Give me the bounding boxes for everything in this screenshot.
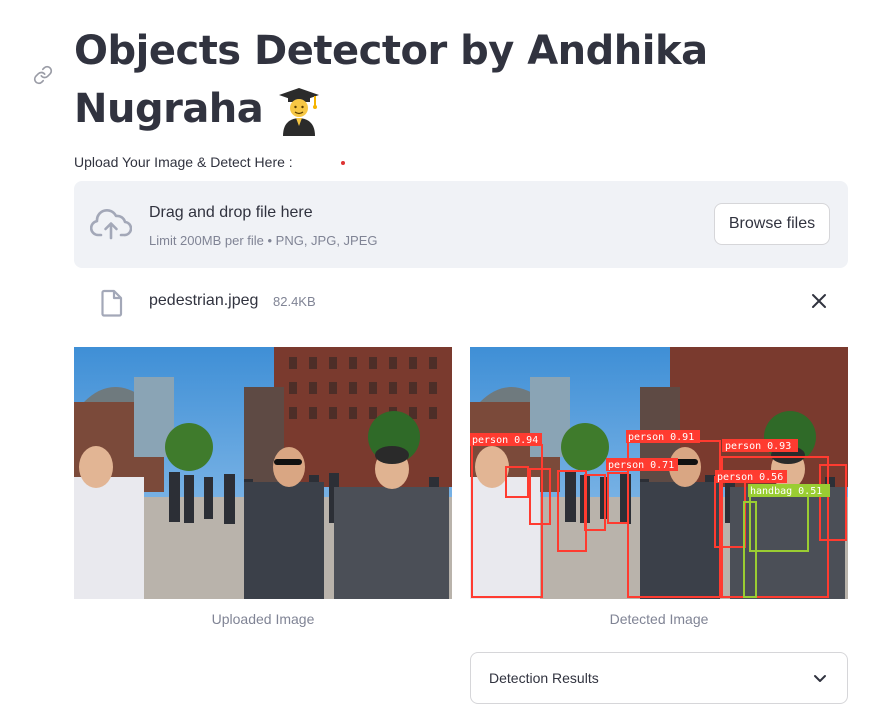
file-size: 82.4KB — [273, 294, 316, 309]
detected-image-caption: Detected Image — [609, 611, 709, 627]
expander-label: Detection Results — [489, 670, 599, 686]
dropzone-limits: Limit 200MB per file • PNG, JPG, JPEG — [149, 233, 378, 248]
svg-text:person 0.91: person 0.91 — [628, 432, 694, 443]
required-indicator — [341, 161, 345, 165]
detection-label-person: person 0.56 — [715, 470, 787, 483]
detection-label-handbag: handbag 0.51 — [748, 484, 830, 497]
page-title-text: Objects Detector by Andhika Nugraha — [74, 28, 708, 132]
browse-files-button[interactable]: Browse files — [714, 203, 830, 245]
detection-results-expander[interactable]: Detection Results — [470, 652, 848, 704]
remove-file-close-icon[interactable] — [810, 292, 828, 310]
student-emoji-icon — [279, 88, 320, 136]
svg-text:person 0.94: person 0.94 — [472, 435, 538, 446]
uploaded-image-caption: Uploaded Image — [211, 611, 315, 627]
file-dropzone[interactable]: Drag and drop file here Limit 200MB per … — [74, 181, 848, 268]
svg-text:person 0.71: person 0.71 — [608, 460, 674, 471]
file-icon — [101, 289, 123, 317]
detection-label-person: person 0.94 — [470, 433, 542, 446]
link-icon[interactable] — [33, 65, 53, 85]
chevron-down-icon — [814, 675, 826, 682]
svg-text:handbag 0.51: handbag 0.51 — [750, 486, 822, 497]
uploaded-image — [74, 347, 452, 599]
detection-label-person: person 0.71 — [606, 458, 678, 471]
detection-label-person: person 0.91 — [626, 430, 700, 443]
page-title: Objects Detector by Andhika Nugraha — [74, 22, 774, 138]
svg-text:person 0.93: person 0.93 — [725, 441, 791, 452]
upload-label: Upload Your Image & Detect Here : — [74, 154, 293, 170]
detected-image: person 0.94 person 0.91 person 0.93 pers… — [470, 347, 848, 599]
uploaded-file-row: pedestrian.jpeg 82.4KB — [74, 282, 848, 322]
detected-image-scene: person 0.94 person 0.91 person 0.93 pers… — [470, 347, 848, 599]
detection-label-person: person 0.93 — [722, 439, 798, 452]
dropzone-title: Drag and drop file here — [149, 204, 313, 221]
file-name: pedestrian.jpeg — [149, 292, 259, 309]
uploaded-image-scene — [74, 347, 452, 599]
svg-text:person 0.56: person 0.56 — [717, 472, 783, 483]
cloud-upload-icon — [90, 209, 132, 240]
